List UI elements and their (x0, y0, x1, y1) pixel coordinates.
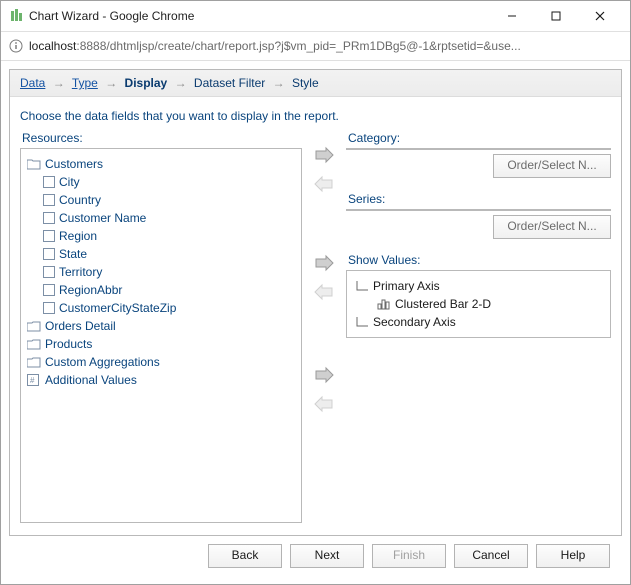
arrow-icon: → (105, 76, 117, 90)
close-button[interactable] (578, 2, 622, 30)
tree-field[interactable]: Country (25, 191, 297, 209)
wizard-footer: Back Next Finish Cancel Help (9, 536, 622, 576)
add-to-values-button[interactable] (313, 366, 335, 387)
tree-node-custom-aggregations[interactable]: Custom Aggregations (25, 353, 297, 371)
main-area: Resources: Customers City Country Custom… (10, 131, 621, 535)
resources-tree[interactable]: Customers City Country Customer Name Reg… (20, 148, 302, 523)
step-dataset-filter: Dataset Filter (194, 76, 265, 90)
tree-field[interactable]: RegionAbbr (25, 281, 297, 299)
back-button[interactable]: Back (208, 544, 282, 568)
arrow-icon: → (273, 76, 285, 90)
add-to-series-button[interactable] (313, 254, 335, 275)
checkbox-icon (43, 176, 55, 188)
arrow-icon: → (175, 76, 187, 90)
hash-icon: # (27, 374, 41, 386)
content-outer: Data → Type → Display → Dataset Filter →… (1, 61, 630, 584)
category-label: Category: (346, 131, 611, 145)
checkbox-icon (43, 248, 55, 260)
tree-label: Customer Name (59, 211, 146, 225)
wizard-panel: Data → Type → Display → Dataset Filter →… (9, 69, 622, 536)
tree-label: Territory (59, 265, 102, 279)
tree-label: City (59, 175, 80, 189)
checkbox-icon (43, 284, 55, 296)
axis-icon (355, 280, 369, 292)
series-order-select-button[interactable]: Order/Select N... (493, 215, 611, 239)
checkbox-icon (43, 212, 55, 224)
address-bar: localhost:8888/dhtmljsp/create/chart/rep… (1, 32, 630, 61)
tree-label: Region (59, 229, 97, 243)
bar-chart-icon (377, 298, 391, 310)
tree-node-additional-values[interactable]: # Additional Values (25, 371, 297, 389)
checkbox-icon (43, 230, 55, 242)
info-icon (9, 39, 23, 53)
window-frame: Chart Wizard - Google Chrome localhost:8… (0, 0, 631, 585)
tree-node-customers[interactable]: Customers (25, 155, 297, 173)
instruction-text: Choose the data fields that you want to … (10, 97, 621, 131)
tree-label: RegionAbbr (59, 283, 122, 297)
tree-label: Customers (45, 157, 103, 171)
maximize-button[interactable] (534, 2, 578, 30)
arrow-icon: → (53, 76, 65, 90)
tree-field[interactable]: Customer Name (25, 209, 297, 227)
checkbox-icon (43, 194, 55, 206)
tree-node-orders-detail[interactable]: Orders Detail (25, 317, 297, 335)
step-breadcrumb: Data → Type → Display → Dataset Filter →… (10, 70, 621, 97)
add-to-category-button[interactable] (313, 146, 335, 167)
finish-button: Finish (372, 544, 446, 568)
tree-label: Country (59, 193, 101, 207)
primary-axis-node[interactable]: Primary Axis (353, 277, 604, 295)
next-button[interactable]: Next (290, 544, 364, 568)
chart-type-node[interactable]: Clustered Bar 2-D (353, 295, 604, 313)
remove-from-values-button[interactable] (313, 395, 335, 416)
axis-icon (355, 316, 369, 328)
step-type[interactable]: Type (72, 76, 98, 90)
app-icon (9, 9, 23, 23)
remove-from-series-button[interactable] (313, 283, 335, 304)
tree-label: Products (45, 337, 92, 351)
tree-node-products[interactable]: Products (25, 335, 297, 353)
tree-field[interactable]: State (25, 245, 297, 263)
folder-icon (27, 338, 41, 350)
folder-icon (27, 356, 41, 368)
minimize-button[interactable] (490, 2, 534, 30)
window-title: Chart Wizard - Google Chrome (29, 9, 490, 23)
tree-field[interactable]: CustomerCityStateZip (25, 299, 297, 317)
tree-label: Additional Values (45, 373, 137, 387)
step-style: Style (292, 76, 319, 90)
tree-field[interactable]: Region (25, 227, 297, 245)
resources-label: Resources: (20, 131, 302, 145)
show-values-label: Show Values: (346, 253, 611, 267)
cancel-button[interactable]: Cancel (454, 544, 528, 568)
tree-label: Orders Detail (45, 319, 116, 333)
secondary-axis-node[interactable]: Secondary Axis (353, 313, 604, 331)
svg-text:#: # (30, 376, 35, 385)
tree-label: Secondary Axis (373, 315, 456, 329)
titlebar: Chart Wizard - Google Chrome (1, 1, 630, 32)
transfer-arrows (310, 131, 338, 523)
tree-field[interactable]: Territory (25, 263, 297, 281)
step-data[interactable]: Data (20, 76, 45, 90)
series-label: Series: (346, 192, 611, 206)
category-order-select-button[interactable]: Order/Select N... (493, 154, 611, 178)
folder-open-icon (27, 158, 41, 170)
folder-icon (27, 320, 41, 332)
remove-from-category-button[interactable] (313, 175, 335, 196)
tree-label: State (59, 247, 87, 261)
tree-label: Custom Aggregations (45, 355, 160, 369)
tree-label: Clustered Bar 2-D (395, 297, 491, 311)
checkbox-icon (43, 302, 55, 314)
tree-field[interactable]: City (25, 173, 297, 191)
checkbox-icon (43, 266, 55, 278)
help-button[interactable]: Help (536, 544, 610, 568)
tree-label: Primary Axis (373, 279, 440, 293)
url-text: localhost:8888/dhtmljsp/create/chart/rep… (29, 39, 521, 53)
tree-label: CustomerCityStateZip (59, 301, 176, 315)
show-values-box[interactable]: Primary Axis Clustered Bar 2-D Secondary… (346, 270, 611, 338)
step-display: Display (125, 76, 168, 90)
